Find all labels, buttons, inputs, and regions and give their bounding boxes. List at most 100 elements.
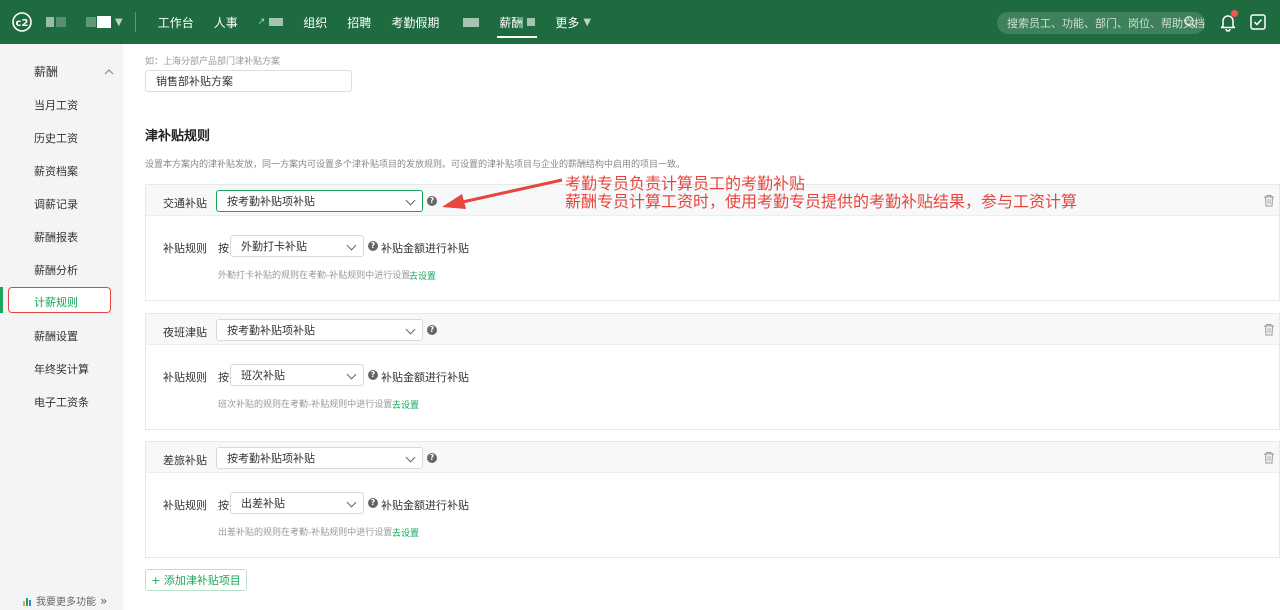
- sidebar-group-payroll[interactable]: 薪酬: [34, 63, 114, 80]
- more-features-label: 我要更多功能: [36, 597, 96, 608]
- go-settings-link[interactable]: 去设置: [392, 526, 419, 539]
- search-placeholder: 搜索员工、功能、部门、岗位、帮助文档: [1007, 17, 1205, 30]
- trash-icon[interactable]: [1263, 194, 1275, 207]
- nav-more[interactable]: 更多 ▼: [545, 0, 601, 44]
- sidebar-item-salary-archive[interactable]: 薪资档案: [34, 163, 78, 179]
- notification-badge: [1231, 10, 1238, 17]
- plan-name-input[interactable]: 销售部补贴方案: [145, 70, 352, 92]
- nav-label: 考勤假期: [391, 15, 440, 30]
- chevron-down-icon: ▼: [115, 16, 123, 28]
- rule-suffix: 补贴金额进行补贴: [381, 371, 469, 384]
- redacted-icon: ↗: [257, 17, 266, 27]
- select-value: 按考勤补贴项补贴: [227, 195, 315, 208]
- notification-button[interactable]: [1218, 10, 1238, 32]
- help-icon[interactable]: ?: [368, 498, 378, 508]
- rule-type-select[interactable]: 外勤打卡补贴: [230, 235, 364, 257]
- select-value: 按考勤补贴项补贴: [227, 452, 315, 465]
- sidebar-item-year-end-bonus[interactable]: 年终奖计算: [34, 361, 89, 377]
- rule-by: 按: [218, 371, 229, 384]
- annotation-line: 薪酬专员计算工资时，使用考勤专员提供的考勤补贴结果，参与工资计算: [565, 192, 1078, 211]
- rule-label: 补贴规则: [163, 242, 207, 255]
- allowance-name: 差旅补贴: [163, 454, 207, 467]
- allowance-card-night-shift: 夜班津贴 按考勤补贴项补贴 ? 补贴规则 按 班次补贴 ? 补贴金额进行补贴 班…: [145, 313, 1280, 430]
- allowance-name: 夜班津贴: [163, 326, 207, 339]
- nav-workbench[interactable]: 工作台: [148, 0, 204, 44]
- divider: [134, 12, 136, 32]
- annotation-line: 考勤专员负责计算员工的考勤补贴: [565, 174, 806, 193]
- rule-note: 外勤打卡补贴的规则在考勤-补贴规则中进行设置: [218, 271, 411, 281]
- rule-by: 按: [218, 499, 229, 512]
- sidebar-item-history-salary[interactable]: 历史工资: [34, 130, 78, 146]
- global-search-input[interactable]: 搜索员工、功能、部门、岗位、帮助文档: [997, 12, 1205, 34]
- plan-name-value: 销售部补贴方案: [156, 75, 233, 88]
- nav-organization[interactable]: 组织: [293, 0, 337, 44]
- chevron-down-icon: [346, 497, 357, 508]
- section-description: 设置本方案内的津补贴发放，同一方案内可设置多个津补贴项目的发放规则。可设置的津补…: [145, 160, 686, 170]
- go-settings-link[interactable]: 去设置: [392, 398, 419, 411]
- allowance-source-select[interactable]: 按考勤补贴项补贴: [216, 319, 423, 341]
- sidebar-item-adjust-record[interactable]: 调薪记录: [34, 196, 78, 212]
- rule-type-select[interactable]: 班次补贴: [230, 364, 364, 386]
- chevron-up-icon: [104, 68, 114, 74]
- go-settings-link[interactable]: 去设置: [409, 269, 436, 282]
- select-value: 班次补贴: [241, 369, 285, 382]
- nav-hr[interactable]: 人事: [204, 0, 248, 44]
- nav-label: 组织: [303, 15, 328, 30]
- rule-label: 补贴规则: [163, 371, 207, 384]
- select-value: 按考勤补贴项补贴: [227, 324, 315, 337]
- logo-icon: c2: [12, 12, 32, 32]
- bar-chart-icon: [23, 597, 31, 606]
- org-name-redacted: [86, 17, 96, 27]
- add-allowance-button[interactable]: + 添加津补贴项目: [145, 569, 247, 591]
- help-icon[interactable]: ?: [368, 241, 378, 251]
- select-value: 外勤打卡补贴: [241, 240, 307, 253]
- main-nav: 工作台 人事 ↗ 组织 招聘 考勤假期 薪酬 更多 ▼: [148, 0, 601, 44]
- plan-name-hint: 如：上海分部产品部门津补贴方案: [145, 57, 281, 67]
- nav-label-redacted: [527, 18, 536, 26]
- trash-icon[interactable]: [1263, 451, 1275, 464]
- help-icon[interactable]: ?: [368, 370, 378, 380]
- sidebar-item-payroll-settings[interactable]: 薪酬设置: [34, 328, 78, 344]
- nav-payroll[interactable]: 薪酬: [489, 0, 545, 44]
- tasks-button[interactable]: [1248, 12, 1268, 32]
- rule-type-select[interactable]: 出差补贴: [230, 492, 364, 514]
- help-icon[interactable]: ?: [427, 453, 437, 463]
- sidebar-item-payroll-report[interactable]: 薪酬报表: [34, 229, 78, 245]
- nav-redacted[interactable]: ↗: [248, 0, 294, 44]
- help-icon[interactable]: ?: [427, 325, 437, 335]
- rule-suffix: 补贴金额进行补贴: [381, 242, 469, 255]
- card-header: 差旅补贴 按考勤补贴项补贴 ?: [146, 442, 1279, 473]
- trash-icon[interactable]: [1263, 323, 1275, 336]
- nav-label-redacted: [463, 17, 480, 27]
- svg-text:c2: c2: [16, 18, 29, 29]
- card-header: 夜班津贴 按考勤补贴项补贴 ?: [146, 314, 1279, 345]
- org-switcher[interactable]: ▼: [40, 16, 123, 28]
- sidebar-item-current-salary[interactable]: 当月工资: [34, 97, 78, 113]
- nav-label: 工作台: [157, 15, 194, 30]
- rule-note: 出差补贴的规则在考勤-补贴规则中进行设置: [218, 528, 393, 538]
- app-logo[interactable]: c2: [8, 8, 36, 36]
- search-icon: [1184, 16, 1196, 28]
- section-title: 津补贴规则: [145, 129, 211, 144]
- org-name-redacted: [56, 17, 66, 27]
- nav-redacted-2[interactable]: [449, 0, 489, 44]
- help-icon[interactable]: ?: [427, 196, 437, 206]
- chevron-down-icon: [405, 324, 416, 335]
- chevron-down-icon: ▼: [583, 16, 592, 28]
- nav-attendance[interactable]: 考勤假期: [381, 0, 449, 44]
- nav-label: 招聘: [347, 15, 372, 30]
- allowance-source-select[interactable]: 按考勤补贴项补贴: [216, 190, 423, 212]
- sidebar-item-label: 计薪规则: [34, 296, 78, 309]
- sidebar-item-payroll-analysis[interactable]: 薪酬分析: [34, 262, 78, 278]
- annotation-arrow-icon: [442, 178, 563, 209]
- check-square-icon: [1250, 14, 1266, 30]
- rule-label: 补贴规则: [163, 499, 207, 512]
- select-value: 出差补贴: [241, 497, 285, 510]
- allowance-source-select[interactable]: 按考勤补贴项补贴: [216, 447, 423, 469]
- chevron-down-icon: [346, 240, 357, 251]
- main-content: 如：上海分部产品部门津补贴方案 销售部补贴方案 津补贴规则 设置本方案内的津补贴…: [123, 44, 1280, 610]
- allowance-card-travel: 差旅补贴 按考勤补贴项补贴 ? 补贴规则 按 出差补贴 ? 补贴金额进行补贴 出…: [145, 441, 1280, 558]
- sidebar-item-e-payslip[interactable]: 电子工资条: [34, 394, 89, 410]
- more-features-link[interactable]: 我要更多功能 »: [22, 593, 107, 608]
- nav-recruiting[interactable]: 招聘: [337, 0, 381, 44]
